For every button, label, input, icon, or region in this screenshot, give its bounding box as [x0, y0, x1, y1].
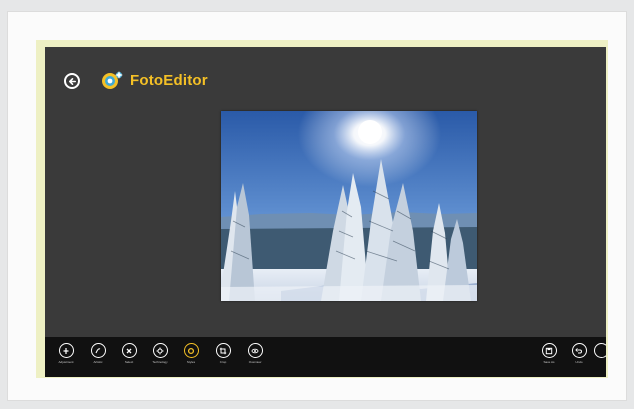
- app-window: FotoEditor Adjustment Artistic Select Te…: [45, 47, 606, 377]
- select-icon: [126, 348, 132, 353]
- app-title: FotoEditor: [130, 72, 208, 89]
- tool-label: Save As: [543, 360, 555, 364]
- tool-more[interactable]: [594, 343, 606, 358]
- tool-artistic[interactable]: Artistic: [83, 343, 113, 364]
- fotoeditor-logo-icon: [102, 71, 123, 89]
- winter-landscape-image: [221, 111, 477, 301]
- tool-save-as[interactable]: Save As: [534, 343, 564, 364]
- photo-canvas[interactable]: [221, 111, 477, 301]
- tool-crop[interactable]: Crop: [208, 343, 238, 364]
- tool-label: Crop: [219, 360, 227, 364]
- tool-label: Overview: [248, 360, 262, 364]
- tool-label: Technology: [152, 360, 168, 364]
- artistic-icon: [95, 347, 101, 353]
- technology-icon: [156, 347, 164, 354]
- tool-label: Adjustment: [58, 360, 74, 364]
- tool-styles[interactable]: Styles: [176, 343, 206, 364]
- arrow-left-icon: [68, 77, 76, 85]
- tool-label: Artistic: [93, 360, 103, 364]
- tool-overview[interactable]: Overview: [240, 343, 270, 364]
- back-button[interactable]: [64, 73, 80, 89]
- adjust-icon: [63, 347, 69, 354]
- tool-label: Undo: [575, 360, 583, 364]
- tool-label: Select: [124, 360, 134, 364]
- tool-undo[interactable]: Undo: [564, 343, 594, 364]
- save-icon: [545, 347, 553, 354]
- overview-icon: [251, 348, 259, 353]
- styles-icon: [187, 347, 195, 354]
- app-bar: Adjustment Artistic Select Technology St…: [45, 337, 606, 377]
- undo-icon: [575, 347, 583, 353]
- tool-select[interactable]: Select: [114, 343, 144, 364]
- crop-icon: [219, 347, 227, 354]
- tool-technology[interactable]: Technology: [145, 343, 175, 364]
- tool-label: Styles: [186, 360, 196, 364]
- tool-adjustment[interactable]: Adjustment: [51, 343, 81, 364]
